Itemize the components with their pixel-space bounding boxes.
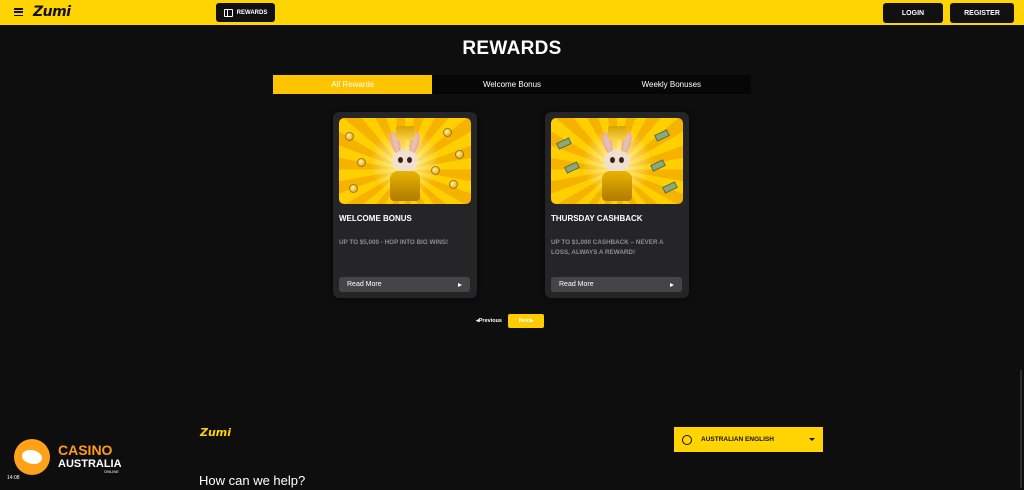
chevron-down-icon [809, 438, 815, 441]
pagination: ◂Previous Next▸ [476, 314, 544, 328]
site-logo[interactable]: Zumi [33, 4, 71, 20]
help-heading: How can we help? [199, 473, 306, 488]
card-title: THURSDAY CASHBACK [551, 214, 643, 223]
gift-icon [223, 8, 233, 17]
reward-tabs: All Rewards Welcome Bonus Weekly Bonuses [273, 75, 751, 94]
play-arrow-icon [458, 282, 462, 287]
previous-page-button[interactable]: ◂Previous [476, 318, 502, 324]
reward-card-welcome-bonus[interactable]: WELCOME BONUS UP TO $5,000 - HOP INTO BI… [333, 112, 477, 298]
footer-logo[interactable]: Zumi [200, 426, 231, 439]
tab-all-rewards[interactable]: All Rewards [273, 75, 433, 94]
language-selector[interactable]: AUSTRALIAN ENGLISH [674, 427, 823, 452]
top-navigation-bar: Zumi REWARDS LOGIN REGISTER [0, 0, 1024, 25]
watermark-line1: CASINO [58, 442, 113, 458]
bunny-with-coins-image [339, 118, 471, 204]
read-more-button[interactable]: Read More [551, 277, 682, 292]
page-title: REWARDS [462, 38, 562, 59]
watermark-line3: ONLINE [104, 469, 119, 474]
menu-icon[interactable] [14, 8, 23, 17]
card-description: UP TO $5,000 - HOP INTO BIG WINS! [339, 239, 449, 246]
bunny-with-cash-image [551, 118, 683, 204]
card-title: WELCOME BONUS [339, 214, 412, 223]
timestamp: 14:08 [7, 475, 20, 481]
kangaroo-logo-icon [14, 439, 50, 475]
rewards-button-label: REWARDS [236, 9, 268, 16]
read-more-label: Read More [559, 281, 594, 288]
play-arrow-icon [670, 282, 674, 287]
globe-icon [682, 434, 692, 445]
reward-card-thursday-cashback[interactable]: THURSDAY CASHBACK UP TO $1,000 CASHBACK … [545, 112, 689, 298]
tab-welcome-bonus[interactable]: Welcome Bonus [432, 75, 591, 94]
card-description: UP TO $1,000 CASHBACK – NEVER A LOSS, AL… [551, 239, 664, 256]
read-more-label: Read More [347, 281, 382, 288]
next-page-button[interactable]: Next▸ [508, 314, 544, 328]
tab-weekly-bonuses[interactable]: Weekly Bonuses [592, 75, 751, 94]
read-more-button[interactable]: Read More [339, 277, 470, 292]
language-label: AUSTRALIAN ENGLISH [701, 436, 774, 443]
scrollbar[interactable] [1020, 370, 1022, 488]
register-button[interactable]: REGISTER [950, 3, 1014, 23]
rewards-button[interactable]: REWARDS [216, 3, 275, 22]
login-button[interactable]: LOGIN [883, 3, 943, 23]
